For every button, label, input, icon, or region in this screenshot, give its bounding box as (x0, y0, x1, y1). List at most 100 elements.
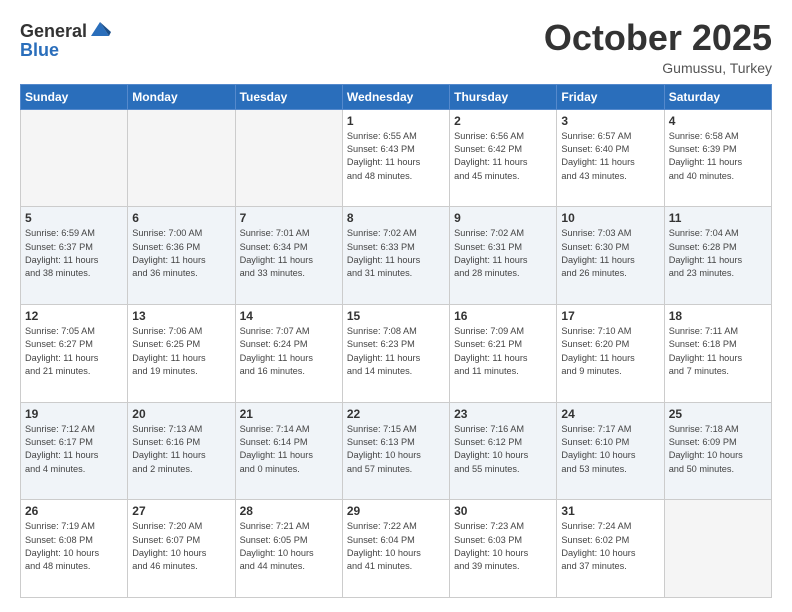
header: General Blue October 2025 Gumussu, Turke… (20, 18, 772, 76)
weekday-header-monday: Monday (128, 84, 235, 109)
weekday-header-wednesday: Wednesday (342, 84, 449, 109)
calendar-page: General Blue October 2025 Gumussu, Turke… (0, 0, 792, 612)
day-number: 28 (240, 504, 338, 518)
logo-icon (89, 18, 111, 40)
calendar-row-2: 5 Sunrise: 6:59 AM Sunset: 6:37 PM Daylig… (21, 207, 772, 305)
calendar-cell: 22Sunrise: 7:15 AM Sunset: 6:13 PM Dayli… (342, 402, 449, 500)
day-number: 10 (561, 211, 659, 225)
calendar-cell: 19Sunrise: 7:12 AM Sunset: 6:17 PM Dayli… (21, 402, 128, 500)
location: Gumussu, Turkey (544, 60, 772, 76)
day-info: Sunrise: 7:16 AM Sunset: 6:12 PM Dayligh… (454, 423, 552, 476)
day-info: Sunrise: 7:11 AM Sunset: 6:18 PM Dayligh… (669, 325, 767, 378)
day-info: Sunrise: 7:04 AM Sunset: 6:28 PM Dayligh… (669, 227, 767, 280)
day-info: Sunrise: 7:02 AM Sunset: 6:33 PM Dayligh… (347, 227, 445, 280)
day-info: Sunrise: 7:06 AM Sunset: 6:25 PM Dayligh… (132, 325, 230, 378)
weekday-header-tuesday: Tuesday (235, 84, 342, 109)
day-number: 26 (25, 504, 123, 518)
day-info: Sunrise: 7:07 AM Sunset: 6:24 PM Dayligh… (240, 325, 338, 378)
day-info: Sunrise: 7:03 AM Sunset: 6:30 PM Dayligh… (561, 227, 659, 280)
day-info: Sunrise: 7:24 AM Sunset: 6:02 PM Dayligh… (561, 520, 659, 573)
calendar-row-3: 12Sunrise: 7:05 AM Sunset: 6:27 PM Dayli… (21, 304, 772, 402)
day-info: Sunrise: 7:20 AM Sunset: 6:07 PM Dayligh… (132, 520, 230, 573)
calendar-cell: 17 Sunrise: 7:10 AM Sunset: 6:20 PM Dayli… (557, 304, 664, 402)
calendar-cell: 23 Sunrise: 7:16 AM Sunset: 6:12 PM Dayli… (450, 402, 557, 500)
day-number: 14 (240, 309, 338, 323)
day-number: 5 (25, 211, 123, 225)
calendar-cell (128, 109, 235, 207)
day-number: 11 (669, 211, 767, 225)
weekday-header-row: SundayMondayTuesdayWednesdayThursdayFrid… (21, 84, 772, 109)
calendar-cell: 31 Sunrise: 7:24 AM Sunset: 6:02 PM Dayli… (557, 500, 664, 598)
day-number: 21 (240, 407, 338, 421)
day-number: 4 (669, 114, 767, 128)
day-info: Sunrise: 6:56 AM Sunset: 6:42 PM Dayligh… (454, 130, 552, 183)
day-info: Sunrise: 7:17 AM Sunset: 6:10 PM Dayligh… (561, 423, 659, 476)
calendar-cell: 21 Sunrise: 7:14 AM Sunset: 6:14 PM Dayli… (235, 402, 342, 500)
day-number: 17 (561, 309, 659, 323)
calendar-cell: 1 Sunrise: 6:55 AM Sunset: 6:43 PM Daylig… (342, 109, 449, 207)
calendar-cell: 11 Sunrise: 7:04 AM Sunset: 6:28 PM Dayli… (664, 207, 771, 305)
logo-blue-text: Blue (20, 40, 111, 61)
day-info: Sunrise: 6:58 AM Sunset: 6:39 PM Dayligh… (669, 130, 767, 183)
day-info: Sunrise: 6:55 AM Sunset: 6:43 PM Dayligh… (347, 130, 445, 183)
day-info: Sunrise: 7:08 AM Sunset: 6:23 PM Dayligh… (347, 325, 445, 378)
calendar-cell: 15Sunrise: 7:08 AM Sunset: 6:23 PM Dayli… (342, 304, 449, 402)
calendar-cell (21, 109, 128, 207)
calendar-cell: 7Sunrise: 7:01 AM Sunset: 6:34 PM Daylig… (235, 207, 342, 305)
day-number: 27 (132, 504, 230, 518)
calendar-cell: 25Sunrise: 7:18 AM Sunset: 6:09 PM Dayli… (664, 402, 771, 500)
day-info: Sunrise: 7:19 AM Sunset: 6:08 PM Dayligh… (25, 520, 123, 573)
day-number: 7 (240, 211, 338, 225)
day-number: 9 (454, 211, 552, 225)
day-info: Sunrise: 7:10 AM Sunset: 6:20 PM Dayligh… (561, 325, 659, 378)
day-info: Sunrise: 7:18 AM Sunset: 6:09 PM Dayligh… (669, 423, 767, 476)
day-info: Sunrise: 7:09 AM Sunset: 6:21 PM Dayligh… (454, 325, 552, 378)
day-info: Sunrise: 7:23 AM Sunset: 6:03 PM Dayligh… (454, 520, 552, 573)
calendar-cell: 8 Sunrise: 7:02 AM Sunset: 6:33 PM Daylig… (342, 207, 449, 305)
day-number: 30 (454, 504, 552, 518)
day-number: 13 (132, 309, 230, 323)
day-info: Sunrise: 7:13 AM Sunset: 6:16 PM Dayligh… (132, 423, 230, 476)
day-info: Sunrise: 7:05 AM Sunset: 6:27 PM Dayligh… (25, 325, 123, 378)
day-info: Sunrise: 7:02 AM Sunset: 6:31 PM Dayligh… (454, 227, 552, 280)
calendar-row-5: 26 Sunrise: 7:19 AM Sunset: 6:08 PM Dayli… (21, 500, 772, 598)
calendar-cell: 28Sunrise: 7:21 AM Sunset: 6:05 PM Dayli… (235, 500, 342, 598)
day-number: 18 (669, 309, 767, 323)
calendar-cell: 16 Sunrise: 7:09 AM Sunset: 6:21 PM Dayli… (450, 304, 557, 402)
calendar-cell: 2Sunrise: 6:56 AM Sunset: 6:42 PM Daylig… (450, 109, 557, 207)
calendar-cell: 29Sunrise: 7:22 AM Sunset: 6:04 PM Dayli… (342, 500, 449, 598)
day-number: 22 (347, 407, 445, 421)
calendar-cell: 12Sunrise: 7:05 AM Sunset: 6:27 PM Dayli… (21, 304, 128, 402)
calendar-cell: 10 Sunrise: 7:03 AM Sunset: 6:30 PM Dayli… (557, 207, 664, 305)
calendar-cell: 20 Sunrise: 7:13 AM Sunset: 6:16 PM Dayli… (128, 402, 235, 500)
day-number: 29 (347, 504, 445, 518)
calendar-cell: 13 Sunrise: 7:06 AM Sunset: 6:25 PM Dayli… (128, 304, 235, 402)
day-number: 3 (561, 114, 659, 128)
weekday-header-saturday: Saturday (664, 84, 771, 109)
day-info: Sunrise: 6:59 AM Sunset: 6:37 PM Dayligh… (25, 227, 123, 280)
day-number: 20 (132, 407, 230, 421)
day-number: 31 (561, 504, 659, 518)
day-number: 16 (454, 309, 552, 323)
calendar-row-1: 1 Sunrise: 6:55 AM Sunset: 6:43 PM Daylig… (21, 109, 772, 207)
logo: General Blue (20, 18, 111, 61)
calendar-row-4: 19Sunrise: 7:12 AM Sunset: 6:17 PM Dayli… (21, 402, 772, 500)
weekday-header-sunday: Sunday (21, 84, 128, 109)
day-number: 23 (454, 407, 552, 421)
calendar-cell: 6Sunrise: 7:00 AM Sunset: 6:36 PM Daylig… (128, 207, 235, 305)
calendar-cell: 14 Sunrise: 7:07 AM Sunset: 6:24 PM Dayli… (235, 304, 342, 402)
calendar-cell (235, 109, 342, 207)
calendar-cell: 3Sunrise: 6:57 AM Sunset: 6:40 PM Daylig… (557, 109, 664, 207)
weekday-header-thursday: Thursday (450, 84, 557, 109)
calendar-table: SundayMondayTuesdayWednesdayThursdayFrid… (20, 84, 772, 598)
logo-general-text: General (20, 21, 87, 42)
calendar-cell: 24Sunrise: 7:17 AM Sunset: 6:10 PM Dayli… (557, 402, 664, 500)
title-block: October 2025 Gumussu, Turkey (544, 18, 772, 76)
day-info: Sunrise: 7:14 AM Sunset: 6:14 PM Dayligh… (240, 423, 338, 476)
calendar-cell (664, 500, 771, 598)
calendar-cell: 26 Sunrise: 7:19 AM Sunset: 6:08 PM Dayli… (21, 500, 128, 598)
day-number: 8 (347, 211, 445, 225)
calendar-cell: 9 Sunrise: 7:02 AM Sunset: 6:31 PM Daylig… (450, 207, 557, 305)
day-number: 1 (347, 114, 445, 128)
calendar-cell: 30 Sunrise: 7:23 AM Sunset: 6:03 PM Dayli… (450, 500, 557, 598)
